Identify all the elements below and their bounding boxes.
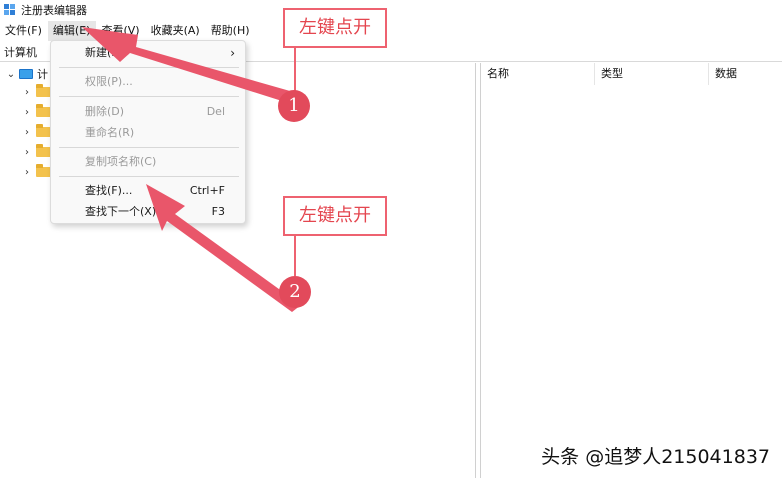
- step-badge-2: 2: [279, 276, 311, 308]
- tree-root-label: 计: [37, 68, 48, 81]
- menu-bar: 文件(F) 编辑(E) 查看(V) 收藏夹(A) 帮助(H): [0, 21, 782, 41]
- menu-edit[interactable]: 编辑(E): [47, 21, 97, 41]
- callout-connector-1: [294, 48, 296, 92]
- menu-item-shortcut: F3: [211, 205, 225, 218]
- chevron-right-icon[interactable]: ›: [22, 87, 32, 98]
- chevron-right-icon[interactable]: ›: [22, 127, 32, 138]
- tree-node-1[interactable]: ›: [22, 84, 51, 100]
- menu-divider: [59, 96, 239, 97]
- menu-item-label: 权限(P)...: [85, 75, 133, 88]
- callout-connector-2: [294, 236, 296, 276]
- column-header-data[interactable]: 数据: [709, 63, 782, 85]
- menu-item-new[interactable]: 新建(N) ›: [51, 44, 247, 62]
- menu-divider: [59, 147, 239, 148]
- menu-item-label: 查找(F)...: [85, 184, 133, 197]
- menu-item-find-next[interactable]: 查找下一个(X) F3: [51, 203, 247, 221]
- registry-editor-icon: [4, 4, 16, 16]
- computer-icon: [19, 69, 33, 79]
- chevron-right-icon[interactable]: ›: [22, 147, 32, 158]
- menu-view[interactable]: 查看(V): [96, 21, 145, 41]
- menu-item-copy-key-name: 复制项名称(C): [51, 153, 247, 171]
- submenu-arrow-icon: ›: [230, 46, 235, 60]
- menu-item-shortcut: Ctrl+F: [189, 184, 225, 197]
- menu-item-label: 重命名(R): [85, 126, 135, 139]
- step-badge-1: 1: [278, 90, 310, 122]
- column-header-name[interactable]: 名称: [481, 63, 595, 85]
- folder-icon: [36, 164, 51, 177]
- menu-item-label: 删除(D): [85, 105, 125, 118]
- annotation-callout-2: 左键点开: [283, 196, 387, 236]
- address-path: 计算机: [4, 45, 37, 59]
- tree-node-3[interactable]: ›: [22, 124, 51, 140]
- window-title: 注册表编辑器: [21, 4, 87, 17]
- chevron-down-icon[interactable]: ⌄: [6, 69, 16, 80]
- title-bar: 注册表编辑器: [0, 0, 782, 20]
- menu-item-permissions: 权限(P)...: [51, 73, 247, 91]
- edit-menu-dropdown: 新建(N) › 权限(P)... 删除(D) Del 重命名(R) 复制项名称(…: [50, 40, 246, 224]
- tree-root-computer[interactable]: ⌄ 计: [6, 66, 48, 82]
- menu-divider: [59, 176, 239, 177]
- menu-item-label: 查找下一个(X): [85, 205, 157, 218]
- menu-item-rename: 重命名(R): [51, 124, 247, 142]
- tree-node-5[interactable]: ›: [22, 164, 51, 180]
- tree-node-4[interactable]: ›: [22, 144, 51, 160]
- folder-icon: [36, 84, 51, 97]
- chevron-right-icon[interactable]: ›: [22, 167, 32, 178]
- values-list-pane: 名称 类型 数据: [480, 63, 782, 478]
- menu-item-delete: 删除(D) Del: [51, 103, 247, 121]
- menu-item-label: 新建(N): [85, 46, 124, 59]
- folder-icon: [36, 124, 51, 137]
- watermark: 头条 @追梦人215041837: [541, 446, 770, 468]
- folder-icon: [36, 104, 51, 117]
- annotation-callout-1: 左键点开: [283, 8, 387, 48]
- menu-file[interactable]: 文件(F): [0, 21, 48, 41]
- folder-icon: [36, 144, 51, 157]
- tree-node-2[interactable]: ›: [22, 104, 51, 120]
- menu-item-find[interactable]: 查找(F)... Ctrl+F: [51, 182, 247, 200]
- menu-help[interactable]: 帮助(H): [206, 21, 256, 41]
- menu-item-shortcut: Del: [206, 105, 225, 118]
- column-header-type[interactable]: 类型: [595, 63, 709, 85]
- menu-item-label: 复制项名称(C): [85, 155, 157, 168]
- chevron-right-icon[interactable]: ›: [22, 107, 32, 118]
- menu-favorites[interactable]: 收藏夹(A): [146, 21, 206, 41]
- menu-divider: [59, 67, 239, 68]
